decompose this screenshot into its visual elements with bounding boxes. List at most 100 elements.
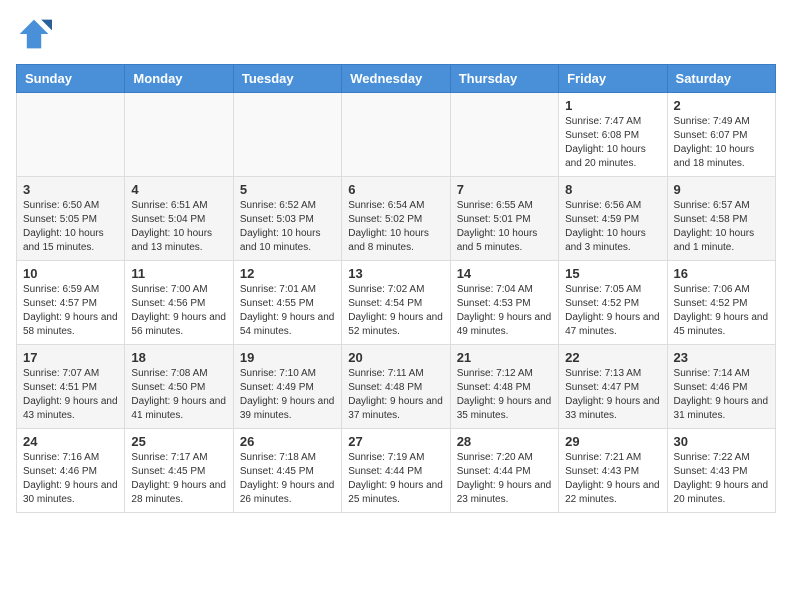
day-number: 23 bbox=[674, 350, 769, 365]
day-info: Sunrise: 7:19 AM Sunset: 4:44 PM Dayligh… bbox=[348, 451, 443, 507]
calendar-cell: 1 Sunrise: 7:47 AM Sunset: 6:08 PM Daylig… bbox=[559, 93, 667, 177]
day-info: Sunrise: 7:20 AM Sunset: 4:44 PM Dayligh… bbox=[457, 451, 552, 507]
day-number: 4 bbox=[131, 182, 226, 197]
logo-icon bbox=[16, 16, 52, 52]
day-number: 18 bbox=[131, 350, 226, 365]
calendar-cell: 22 Sunrise: 7:13 AM Sunset: 4:47 PM Dayli… bbox=[559, 345, 667, 429]
day-number: 28 bbox=[457, 434, 552, 449]
calendar-header-sunday: Sunday bbox=[17, 65, 125, 93]
day-info: Sunrise: 7:11 AM Sunset: 4:48 PM Dayligh… bbox=[348, 367, 443, 423]
day-number: 15 bbox=[565, 266, 660, 281]
calendar-header-row: SundayMondayTuesdayWednesdayThursdayFrid… bbox=[17, 65, 776, 93]
calendar-cell: 24 Sunrise: 7:16 AM Sunset: 4:46 PM Dayli… bbox=[17, 429, 125, 513]
day-number: 27 bbox=[348, 434, 443, 449]
calendar-cell: 19 Sunrise: 7:10 AM Sunset: 4:49 PM Dayli… bbox=[233, 345, 341, 429]
calendar-cell: 25Sunrise: 7:17 AM Sunset: 4:45 PM Dayli… bbox=[125, 429, 233, 513]
day-info: Sunrise: 7:04 AM Sunset: 4:53 PM Dayligh… bbox=[457, 283, 552, 339]
day-info: Sunrise: 7:22 AM Sunset: 4:43 PM Dayligh… bbox=[674, 451, 769, 507]
day-info: Sunrise: 7:02 AM Sunset: 4:54 PM Dayligh… bbox=[348, 283, 443, 339]
calendar-cell bbox=[342, 93, 450, 177]
day-number: 22 bbox=[565, 350, 660, 365]
calendar-cell: 12 Sunrise: 7:01 AM Sunset: 4:55 PM Dayli… bbox=[233, 261, 341, 345]
day-info: Sunrise: 7:13 AM Sunset: 4:47 PM Dayligh… bbox=[565, 367, 660, 423]
day-number: 10 bbox=[23, 266, 118, 281]
calendar-cell: 14 Sunrise: 7:04 AM Sunset: 4:53 PM Dayli… bbox=[450, 261, 558, 345]
day-number: 7 bbox=[457, 182, 552, 197]
calendar-header-wednesday: Wednesday bbox=[342, 65, 450, 93]
calendar-cell: 28 Sunrise: 7:20 AM Sunset: 4:44 PM Dayli… bbox=[450, 429, 558, 513]
day-info: Sunrise: 7:16 AM Sunset: 4:46 PM Dayligh… bbox=[23, 451, 118, 507]
day-number: 26 bbox=[240, 434, 335, 449]
day-number: 20 bbox=[348, 350, 443, 365]
logo bbox=[16, 16, 56, 52]
calendar-cell: 5 Sunrise: 6:52 AM Sunset: 5:03 PM Daylig… bbox=[233, 177, 341, 261]
calendar-cell: 6 Sunrise: 6:54 AM Sunset: 5:02 PM Daylig… bbox=[342, 177, 450, 261]
day-number: 3 bbox=[23, 182, 118, 197]
day-info: Sunrise: 6:56 AM Sunset: 4:59 PM Dayligh… bbox=[565, 199, 660, 255]
day-number: 19 bbox=[240, 350, 335, 365]
day-number: 13 bbox=[348, 266, 443, 281]
day-info: Sunrise: 7:05 AM Sunset: 4:52 PM Dayligh… bbox=[565, 283, 660, 339]
calendar-cell: 29Sunrise: 7:21 AM Sunset: 4:43 PM Dayli… bbox=[559, 429, 667, 513]
day-info: Sunrise: 6:54 AM Sunset: 5:02 PM Dayligh… bbox=[348, 199, 443, 255]
day-number: 5 bbox=[240, 182, 335, 197]
day-number: 30 bbox=[674, 434, 769, 449]
day-info: Sunrise: 6:57 AM Sunset: 4:58 PM Dayligh… bbox=[674, 199, 769, 255]
day-info: Sunrise: 7:01 AM Sunset: 4:55 PM Dayligh… bbox=[240, 283, 335, 339]
day-number: 6 bbox=[348, 182, 443, 197]
day-info: Sunrise: 6:55 AM Sunset: 5:01 PM Dayligh… bbox=[457, 199, 552, 255]
day-info: Sunrise: 7:12 AM Sunset: 4:48 PM Dayligh… bbox=[457, 367, 552, 423]
calendar-cell: 4 Sunrise: 6:51 AM Sunset: 5:04 PM Daylig… bbox=[125, 177, 233, 261]
calendar-week-3: 10 Sunrise: 6:59 AM Sunset: 4:57 PM Dayli… bbox=[17, 261, 776, 345]
calendar-week-1: 1 Sunrise: 7:47 AM Sunset: 6:08 PM Daylig… bbox=[17, 93, 776, 177]
calendar-cell: 3 Sunrise: 6:50 AM Sunset: 5:05 PM Daylig… bbox=[17, 177, 125, 261]
day-number: 1 bbox=[565, 98, 660, 113]
calendar-cell bbox=[17, 93, 125, 177]
day-number: 16 bbox=[674, 266, 769, 281]
day-number: 8 bbox=[565, 182, 660, 197]
calendar-cell: 20 Sunrise: 7:11 AM Sunset: 4:48 PM Dayli… bbox=[342, 345, 450, 429]
calendar-cell: 17Sunrise: 7:07 AM Sunset: 4:51 PM Dayli… bbox=[17, 345, 125, 429]
page: SundayMondayTuesdayWednesdayThursdayFrid… bbox=[0, 0, 792, 529]
calendar-cell: 2Sunrise: 7:49 AM Sunset: 6:07 PM Daylig… bbox=[667, 93, 775, 177]
day-info: Sunrise: 7:10 AM Sunset: 4:49 PM Dayligh… bbox=[240, 367, 335, 423]
calendar-cell: 27 Sunrise: 7:19 AM Sunset: 4:44 PM Dayli… bbox=[342, 429, 450, 513]
day-number: 2 bbox=[674, 98, 769, 113]
day-info: Sunrise: 7:00 AM Sunset: 4:56 PM Dayligh… bbox=[131, 283, 226, 339]
day-number: 21 bbox=[457, 350, 552, 365]
day-info: Sunrise: 6:50 AM Sunset: 5:05 PM Dayligh… bbox=[23, 199, 118, 255]
day-number: 9 bbox=[674, 182, 769, 197]
calendar-header-thursday: Thursday bbox=[450, 65, 558, 93]
day-number: 24 bbox=[23, 434, 118, 449]
calendar-cell: 15 Sunrise: 7:05 AM Sunset: 4:52 PM Dayli… bbox=[559, 261, 667, 345]
calendar-cell: 13 Sunrise: 7:02 AM Sunset: 4:54 PM Dayli… bbox=[342, 261, 450, 345]
calendar-header-monday: Monday bbox=[125, 65, 233, 93]
calendar-cell bbox=[450, 93, 558, 177]
calendar-cell bbox=[125, 93, 233, 177]
day-info: Sunrise: 7:47 AM Sunset: 6:08 PM Dayligh… bbox=[565, 115, 660, 171]
calendar-week-5: 24 Sunrise: 7:16 AM Sunset: 4:46 PM Dayli… bbox=[17, 429, 776, 513]
calendar-week-2: 3 Sunrise: 6:50 AM Sunset: 5:05 PM Daylig… bbox=[17, 177, 776, 261]
day-info: Sunrise: 6:51 AM Sunset: 5:04 PM Dayligh… bbox=[131, 199, 226, 255]
day-info: Sunrise: 6:52 AM Sunset: 5:03 PM Dayligh… bbox=[240, 199, 335, 255]
day-number: 11 bbox=[131, 266, 226, 281]
calendar-cell: 30 Sunrise: 7:22 AM Sunset: 4:43 PM Dayli… bbox=[667, 429, 775, 513]
calendar-header-tuesday: Tuesday bbox=[233, 65, 341, 93]
day-number: 14 bbox=[457, 266, 552, 281]
day-number: 17 bbox=[23, 350, 118, 365]
calendar-cell: 16 Sunrise: 7:06 AM Sunset: 4:52 PM Dayli… bbox=[667, 261, 775, 345]
calendar-cell: 7 Sunrise: 6:55 AM Sunset: 5:01 PM Daylig… bbox=[450, 177, 558, 261]
day-info: Sunrise: 6:59 AM Sunset: 4:57 PM Dayligh… bbox=[23, 283, 118, 339]
day-number: 12 bbox=[240, 266, 335, 281]
header bbox=[16, 16, 776, 52]
calendar-cell: 11 Sunrise: 7:00 AM Sunset: 4:56 PM Dayli… bbox=[125, 261, 233, 345]
calendar-week-4: 17Sunrise: 7:07 AM Sunset: 4:51 PM Dayli… bbox=[17, 345, 776, 429]
calendar-cell: 21 Sunrise: 7:12 AM Sunset: 4:48 PM Dayli… bbox=[450, 345, 558, 429]
calendar-cell: 23Sunrise: 7:14 AM Sunset: 4:46 PM Dayli… bbox=[667, 345, 775, 429]
calendar-cell bbox=[233, 93, 341, 177]
day-info: Sunrise: 7:21 AM Sunset: 4:43 PM Dayligh… bbox=[565, 451, 660, 507]
calendar-cell: 10 Sunrise: 6:59 AM Sunset: 4:57 PM Dayli… bbox=[17, 261, 125, 345]
day-info: Sunrise: 7:08 AM Sunset: 4:50 PM Dayligh… bbox=[131, 367, 226, 423]
day-info: Sunrise: 7:06 AM Sunset: 4:52 PM Dayligh… bbox=[674, 283, 769, 339]
calendar-header-saturday: Saturday bbox=[667, 65, 775, 93]
